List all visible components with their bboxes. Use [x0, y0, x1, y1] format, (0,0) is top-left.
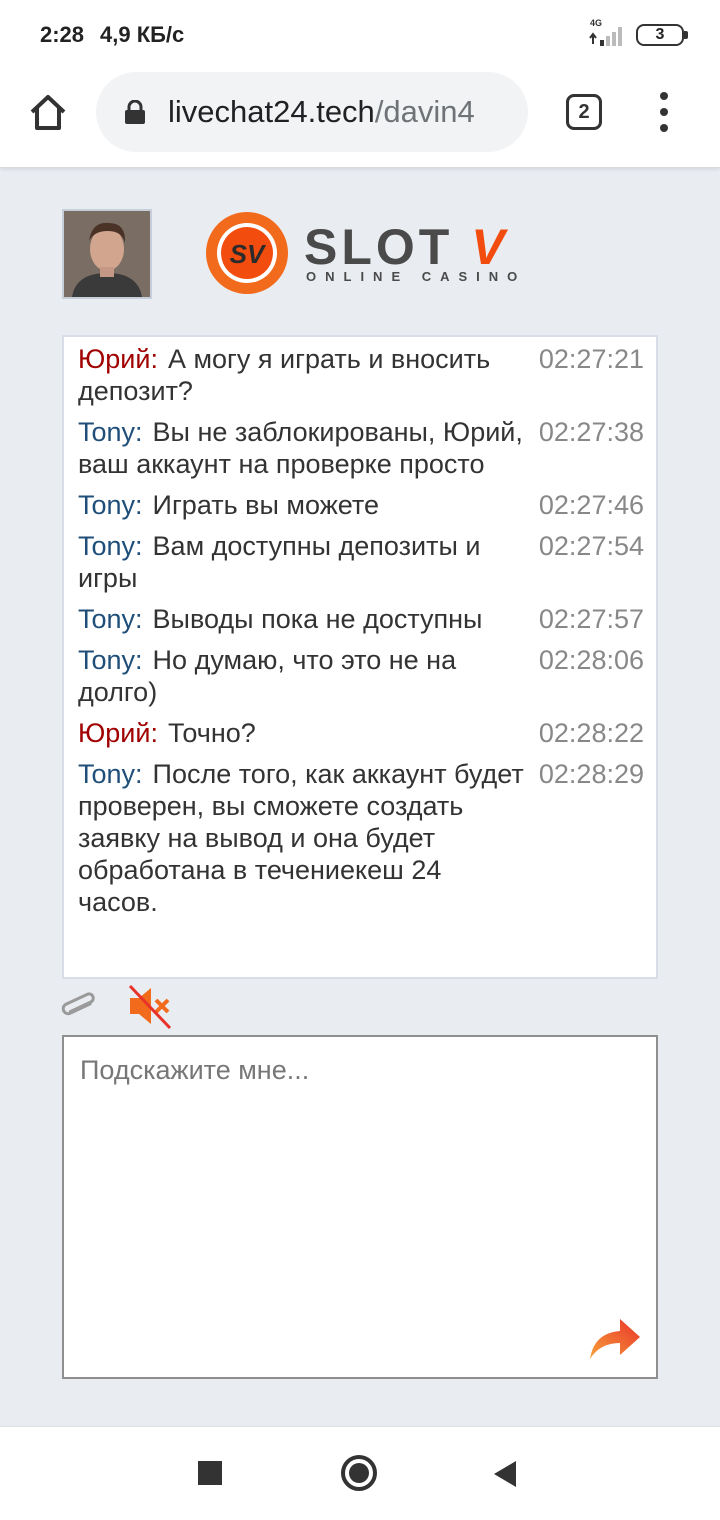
- logo-badge-text: SV: [230, 239, 267, 269]
- back-icon[interactable]: [494, 1461, 516, 1487]
- logo-brand-main: SLOT: [304, 219, 454, 275]
- message-author: Юрий:: [78, 718, 158, 748]
- logo-brand: SLOT V: [304, 218, 509, 276]
- message-time: 02:28:29: [538, 759, 644, 789]
- url-text: livechat24.tech/davin4: [168, 94, 513, 130]
- chat-message: Tony: Но думаю, что это не на долго) 02:28…: [78, 644, 644, 708]
- logo-subtitle: ONLINE CASINO: [306, 269, 527, 284]
- chat-message: Юрий: Точно? 02:28:22: [78, 717, 644, 749]
- message-time: 02:28:06: [538, 645, 644, 675]
- home-button[interactable]: [26, 90, 70, 134]
- chat-message: Юрий: А могу я играть и вносить депозит? 0…: [78, 343, 644, 407]
- mute-sound-icon[interactable]: [126, 982, 176, 1030]
- home-circle-icon[interactable]: [341, 1455, 377, 1491]
- more-vert-icon[interactable]: [650, 90, 678, 134]
- message-author: Юрий:: [78, 344, 158, 374]
- chat-message: Tony: После того, как аккаунт будет прове…: [78, 758, 644, 918]
- message-time: 02:27:38: [538, 417, 644, 447]
- message-author: Tony:: [78, 531, 143, 561]
- message-body: Tony: Выводы пока не доступны: [78, 603, 526, 635]
- message-time: 02:27:54: [538, 531, 644, 561]
- recent-apps-icon[interactable]: [198, 1461, 222, 1485]
- chat-message: Tony: Вам доступны депозиты и игры 02:27:5…: [78, 530, 644, 594]
- logo-badge-icon: SV: [206, 212, 288, 294]
- message-body: Tony: Играть вы можете: [78, 489, 526, 521]
- url-host: livechat24.tech: [168, 94, 375, 129]
- signal-icon: 4G: [588, 18, 628, 48]
- message-time: 02:27:21: [538, 344, 644, 374]
- chat-log[interactable]: Юрий: А могу я играть и вносить депозит? 0…: [62, 335, 658, 979]
- address-bar[interactable]: livechat24.tech/davin4: [96, 72, 528, 152]
- message-body: Tony: Но думаю, что это не на долго): [78, 644, 526, 708]
- message-text: Точно?: [167, 718, 256, 748]
- message-body: Юрий: Точно?: [78, 717, 526, 749]
- attachment-icon[interactable]: [58, 988, 98, 1028]
- message-input[interactable]: [64, 1037, 656, 1377]
- message-body: Юрий: А могу я играть и вносить депозит?: [78, 343, 526, 407]
- message-text: Вы не заблокированы, Юрий, ваш аккаунт н…: [78, 417, 523, 479]
- send-arrow-icon[interactable]: [586, 1315, 642, 1363]
- chat-message: Tony: Вы не заблокированы, Юрий, ваш акка…: [78, 416, 644, 480]
- message-author: Tony:: [78, 490, 143, 520]
- chat-message: Tony: Выводы пока не доступны 02:27:57: [78, 603, 644, 635]
- message-author: Tony:: [78, 759, 143, 789]
- message-time: 02:28:22: [538, 718, 644, 748]
- message-body: Tony: После того, как аккаунт будет прове…: [78, 758, 526, 918]
- message-time: 02:27:57: [538, 604, 644, 634]
- message-author: Tony:: [78, 645, 143, 675]
- battery-icon: 3: [636, 24, 688, 46]
- message-body: Tony: Вы не заблокированы, Юрий, ваш акка…: [78, 416, 526, 480]
- message-text: Выводы пока не доступны: [152, 604, 483, 634]
- message-text: Играть вы можете: [152, 490, 379, 520]
- home-icon: [30, 95, 66, 130]
- system-nav-bar: [0, 1426, 720, 1520]
- message-time: 02:27:46: [538, 490, 644, 520]
- network-type: 4G: [590, 18, 603, 28]
- message-input-box[interactable]: [62, 1035, 658, 1379]
- message-body: Tony: Вам доступны депозиты и игры: [78, 530, 526, 594]
- message-author: Tony:: [78, 604, 143, 634]
- message-author: Tony:: [78, 417, 143, 447]
- casino-logo: SV SLOT V ONLINE CASINO: [204, 210, 524, 296]
- url-path: /davin4: [374, 94, 475, 129]
- chat-message: Tony: Играть вы можете 02:27:46: [78, 489, 644, 521]
- logo-brand-v: V: [471, 219, 509, 275]
- lock-icon: [125, 100, 145, 124]
- message-text: После того, как аккаунт будет проверен, …: [78, 759, 524, 917]
- status-speed: 4,9 КБ/с: [100, 22, 185, 47]
- operator-avatar: [62, 209, 152, 299]
- tab-switcher-button[interactable]: 2: [566, 94, 602, 130]
- status-bar: 2:28 4,9 КБ/с 4G 3: [0, 0, 720, 70]
- status-time: 2:28: [40, 22, 85, 47]
- browser-toolbar: livechat24.tech/davin4 2: [0, 70, 720, 168]
